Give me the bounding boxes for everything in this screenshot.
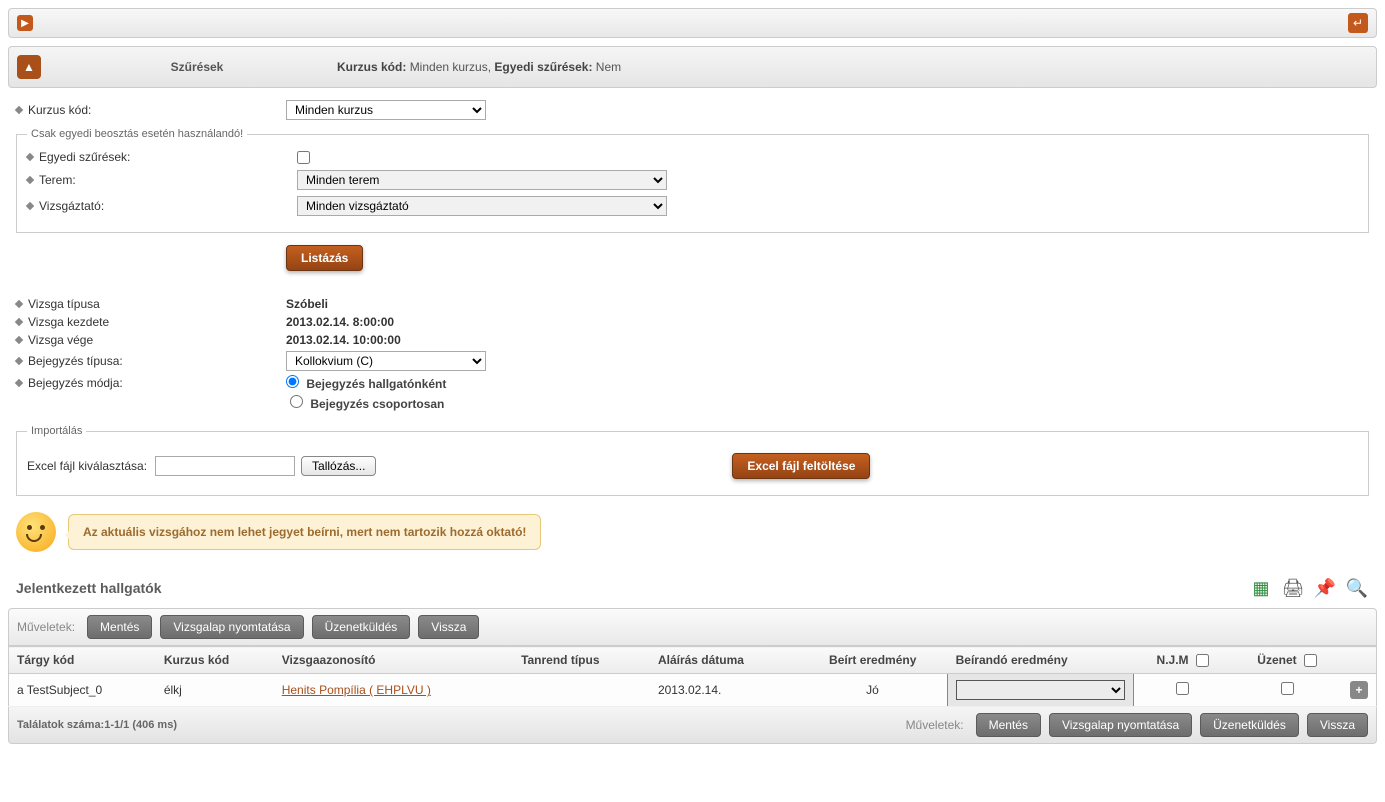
print-button-top[interactable]: Vizsgalap nyomtatása [160,615,303,639]
diamond-icon [15,106,23,114]
collapse-up-icon[interactable]: ▲ [17,55,41,79]
diamond-icon [15,379,23,387]
mode-group-label: Bejegyzés csoportosan [310,397,444,411]
expand-icon[interactable]: ▶ [17,15,33,31]
back-button-bottom[interactable]: Vissza [1307,713,1368,737]
import-legend: Importálás [27,425,86,437]
message-button-bottom[interactable]: Üzenetküldés [1200,713,1299,737]
examiner-label: Vizsgáztató: [27,199,297,213]
print-button-bottom[interactable]: Vizsgalap nyomtatása [1049,713,1192,737]
col-schedule-type[interactable]: Tanrend típus [513,647,650,674]
room-select[interactable]: Minden terem [297,170,667,190]
custom-filters-checkbox[interactable] [297,151,310,164]
upload-button[interactable]: Excel fájl feltöltése [732,453,870,479]
cell-course-code: élkj [156,674,274,707]
diamond-icon [15,300,23,308]
exam-start-label: Vizsga kezdete [16,315,286,329]
cell-subject-code: a TestSubject_0 [9,674,156,707]
entry-type-label: Bejegyzés típusa: [16,351,286,371]
mode-per-student-radio[interactable] [286,375,299,388]
course-code-label: Kurzus kód: [16,103,286,117]
results-count: Találatok száma:1-1/1 (406 ms) [17,719,177,731]
browse-button[interactable]: Tallózás... [301,456,376,476]
warning-message: Az aktuális vizsgához nem lehet jegyet b… [16,512,1369,552]
col-course-code[interactable]: Kurzus kód [156,647,274,674]
room-label: Terem: [27,173,297,187]
import-fieldset: Importálás Excel fájl kiválasztása: Tall… [16,425,1369,496]
save-button-top[interactable]: Mentés [87,615,152,639]
back-button-top[interactable]: Vissza [418,615,479,639]
diamond-icon [26,153,34,161]
result-select[interactable] [956,680,1125,700]
custom-filters-label: Egyedi szűrések: [27,150,297,164]
cell-schedule-type [513,674,650,707]
students-table: Tárgy kód Kurzus kód Vizsgaazonosító Tan… [8,646,1377,707]
diamond-icon [26,202,34,210]
search-icon[interactable]: 🔍 [1345,576,1369,600]
message-header-checkbox[interactable] [1304,654,1317,667]
students-title: Jelentkezett hallgatók [16,580,162,596]
file-input[interactable] [155,456,295,476]
col-subject-code[interactable]: Tárgy kód [9,647,156,674]
row-add-button[interactable]: + [1350,681,1368,699]
filters-title: Szűrések [57,60,337,74]
col-njm[interactable]: N.J.M [1133,647,1232,674]
actions-bar-top: Műveletek: Mentés Vizsgalap nyomtatása Ü… [8,608,1377,646]
exam-id-link[interactable]: Henits Pompília ( EHPLVU ) [282,683,431,697]
diamond-icon [15,336,23,344]
toolbar-icons: ▦ 🖨 📌 🔍 [1249,576,1369,600]
warning-text: Az aktuális vizsgához nem lehet jegyet b… [68,514,541,550]
diamond-icon [26,176,34,184]
actions-label: Műveletek: [17,620,75,634]
save-button-bottom[interactable]: Mentés [976,713,1041,737]
course-code-select[interactable]: Minden kurzus [286,100,486,120]
custom-fieldset: Csak egyedi beosztás esetén használandó!… [16,128,1369,233]
col-message[interactable]: Üzenet [1232,647,1342,674]
message-button-top[interactable]: Üzenetküldés [312,615,411,639]
actions-label-bottom: Műveletek: [906,718,964,732]
entry-type-select[interactable]: Kollokvium (C) [286,351,486,371]
col-entered-result[interactable]: Beírt eredmény [798,647,948,674]
mode-per-student-label: Bejegyzés hallgatónként [306,377,446,391]
filters-summary: Kurzus kód: Minden kurzus, Egyedi szűrés… [337,60,621,74]
row-njm-checkbox[interactable] [1176,682,1189,695]
top-bar: ▶ ↵ [8,8,1377,38]
mode-group-radio[interactable] [290,395,303,408]
export-xls-icon[interactable]: ▦ [1249,576,1273,600]
custom-fieldset-legend: Csak egyedi beosztás esetén használandó! [27,128,247,140]
exam-end-label: Vizsga vége [16,333,286,347]
examiner-select[interactable]: Minden vizsgáztató [297,196,667,216]
exam-type-value: Szóbeli [286,297,328,311]
table-row: a TestSubject_0 élkj Henits Pompília ( E… [9,674,1377,707]
row-message-checkbox[interactable] [1281,682,1294,695]
cell-result-to-enter [948,674,1134,707]
entry-mode-label: Bejegyzés módja: [16,375,286,391]
smiley-icon [16,512,56,552]
njm-header-checkbox[interactable] [1196,654,1209,667]
diamond-icon [15,318,23,326]
footer-bar: Találatok száma:1-1/1 (406 ms) Műveletek… [8,707,1377,744]
cell-sign-date: 2013.02.14. [650,674,798,707]
exam-type-label: Vizsga típusa [16,297,286,311]
print-icon[interactable]: 🖨 [1281,576,1305,600]
file-label: Excel fájl kiválasztása: [27,459,147,473]
list-button[interactable]: Listázás [286,245,363,271]
filters-header: ▲ Szűrések Kurzus kód: Minden kurzus, Eg… [8,46,1377,88]
diamond-icon [15,357,23,365]
cell-exam-id: Henits Pompília ( EHPLVU ) [274,674,513,707]
exam-start-value: 2013.02.14. 8:00:00 [286,315,394,329]
pin-icon[interactable]: 📌 [1313,576,1337,600]
cell-entered-result: Jó [798,674,948,707]
col-exam-id[interactable]: Vizsgaazonosító [274,647,513,674]
col-result-to-enter[interactable]: Beírandó eredmény [948,647,1134,674]
filters-form: Kurzus kód: Minden kurzus Csak egyedi be… [8,100,1377,271]
enter-icon[interactable]: ↵ [1348,13,1368,33]
exam-end-value: 2013.02.14. 10:00:00 [286,333,401,347]
col-sign-date[interactable]: Aláírás dátuma [650,647,798,674]
